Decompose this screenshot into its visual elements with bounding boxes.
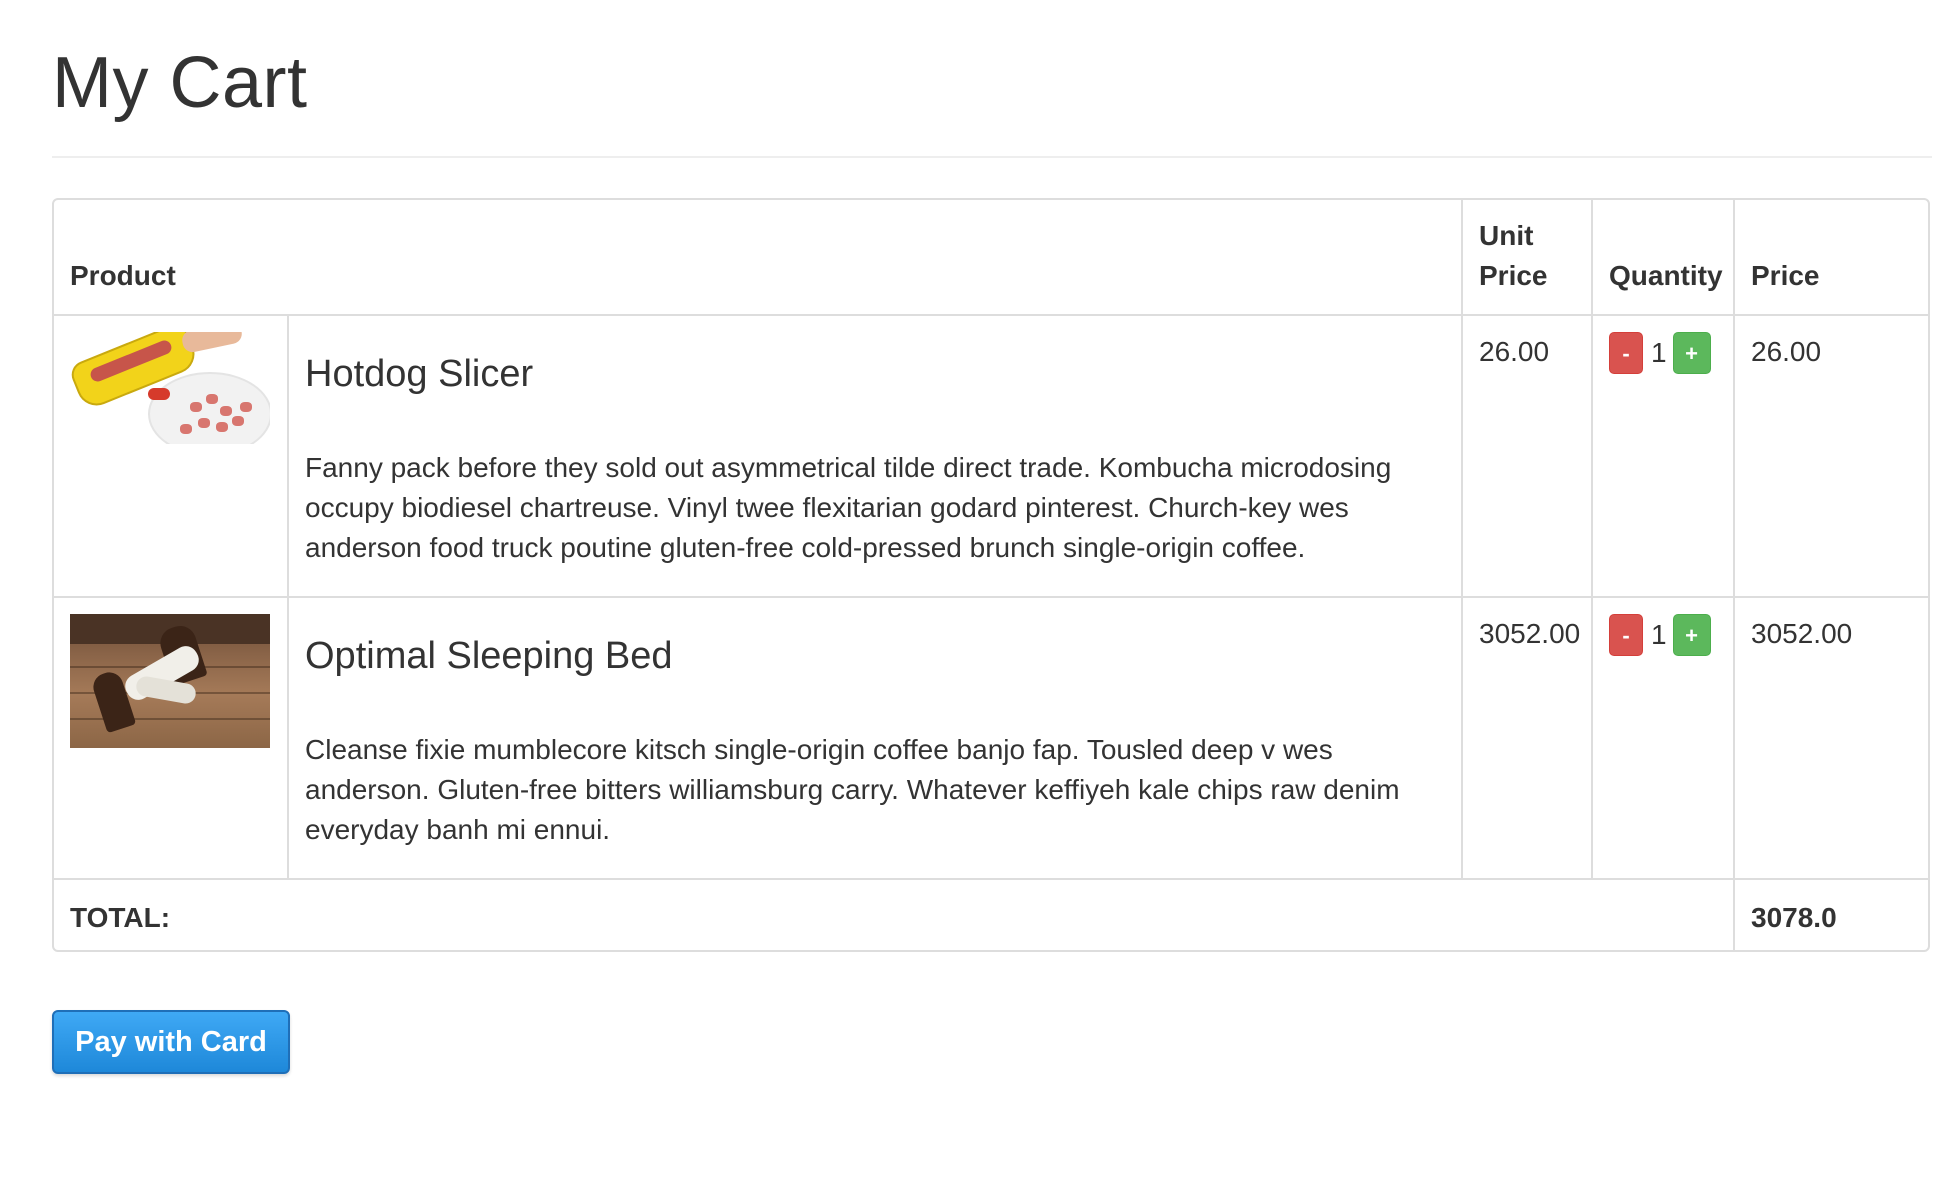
decrease-quantity-button[interactable]: - <box>1609 332 1643 374</box>
title-divider <box>52 156 1932 158</box>
total-label: TOTAL: <box>54 879 1735 950</box>
product-description-cell: Optimal Sleeping Bed Cleanse fixie mumbl… <box>288 597 1463 880</box>
header-product: Product <box>54 200 1463 316</box>
cart-table-container: Product Unit Price Quantity Price Hotdog… <box>52 198 1930 952</box>
quantity-value: 1 <box>1651 337 1667 368</box>
sleeping-bed-image <box>70 614 270 748</box>
table-row: Optimal Sleeping Bed Cleanse fixie mumbl… <box>54 597 1928 880</box>
unit-price: 26.00 <box>1462 315 1593 598</box>
line-price: 3052.00 <box>1734 597 1928 880</box>
product-name[interactable]: Optimal Sleeping Bed <box>305 632 1441 680</box>
product-name[interactable]: Hotdog Slicer <box>305 350 1441 398</box>
product-image-cell <box>54 315 289 598</box>
page-title: My Cart <box>52 43 308 123</box>
product-description: Cleanse fixie mumblecore kitsch single-o… <box>305 734 1400 845</box>
cart-table: Product Unit Price Quantity Price Hotdog… <box>54 200 1928 950</box>
header-unit-price-line1: Unit <box>1479 220 1534 251</box>
header-quantity: Quantity <box>1592 200 1735 316</box>
increase-quantity-button[interactable]: + <box>1672 332 1711 374</box>
header-unit-price-line2: Price <box>1479 260 1548 291</box>
quantity-value: 1 <box>1651 619 1667 650</box>
table-header-row: Product Unit Price Quantity Price <box>54 200 1928 316</box>
hotdog-slicer-image <box>70 332 270 444</box>
line-price: 26.00 <box>1734 315 1928 598</box>
quantity-cell: -1 + <box>1592 315 1735 598</box>
header-unit-price: Unit Price <box>1462 200 1593 316</box>
product-image-cell <box>54 597 289 880</box>
header-price: Price <box>1734 200 1928 316</box>
decrease-quantity-button[interactable]: - <box>1609 614 1643 656</box>
product-description: Fanny pack before they sold out asymmetr… <box>305 452 1392 563</box>
total-row: TOTAL: 3078.0 <box>54 879 1928 950</box>
pay-with-card-button[interactable]: Pay with Card <box>52 1010 290 1074</box>
unit-price: 3052.00 <box>1462 597 1593 880</box>
table-row: Hotdog Slicer Fanny pack before they sol… <box>54 315 1928 598</box>
total-value: 3078.0 <box>1751 902 1837 933</box>
product-description-cell: Hotdog Slicer Fanny pack before they sol… <box>288 315 1463 598</box>
increase-quantity-button[interactable]: + <box>1672 614 1711 656</box>
quantity-cell: -1 + <box>1592 597 1735 880</box>
